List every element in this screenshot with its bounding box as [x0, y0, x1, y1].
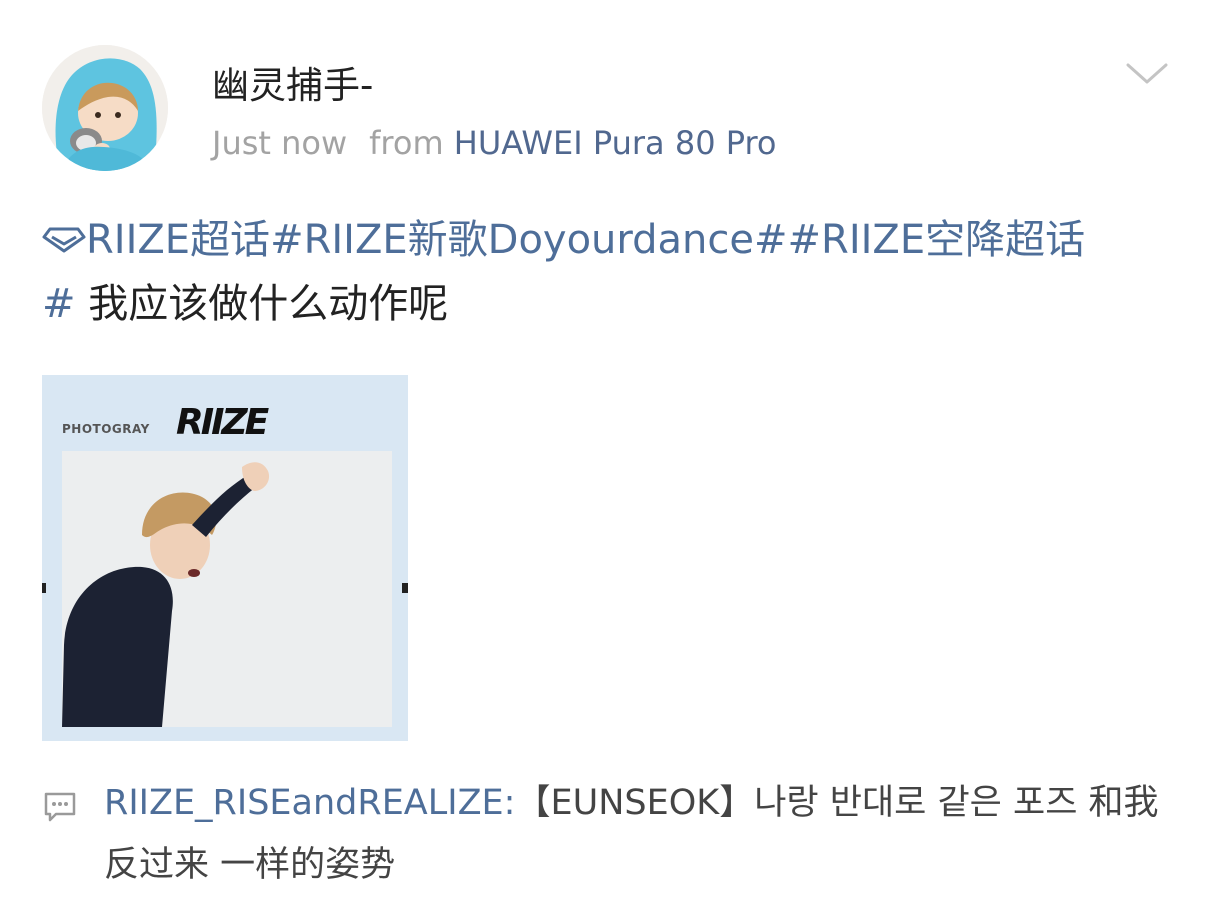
- image-brand-logo: RIIZE: [176, 402, 269, 443]
- hashtag-airdrop-supertopic[interactable]: #RIIZE空降超话: [788, 217, 1086, 263]
- weibo-post: 幽灵捕手- Just now from HUAWEI Pura 80 Pro RI…: [0, 0, 1206, 908]
- repost-text: RIIZE_RISEandREALIZE:【EUNSEOK】나랑 반대로 같은 …: [104, 772, 1184, 896]
- supertopic-link[interactable]: RIIZE超话: [42, 217, 270, 263]
- diamond-icon: [42, 227, 86, 253]
- timestamp: Just now: [212, 124, 348, 162]
- post-content: RIIZE超话#RIIZE新歌Doyourdance##RIIZE空降超话 # 我…: [42, 208, 1192, 336]
- hashtag-riize-supertopic[interactable]: RIIZE超话: [86, 217, 270, 263]
- avatar[interactable]: [42, 45, 168, 171]
- comment-icon: [44, 792, 76, 822]
- post-text: 我应该做什么动作呢: [75, 281, 449, 327]
- image-brand-small: PHOTOGRAY: [62, 422, 150, 436]
- repost-username[interactable]: RIIZE_RISEandREALIZE:: [104, 783, 515, 823]
- from-label: from: [369, 124, 444, 162]
- username[interactable]: 幽灵捕手-: [212, 55, 373, 109]
- hashtag-end[interactable]: #: [42, 281, 76, 327]
- post-meta: Just now from HUAWEI Pura 80 Pro: [212, 124, 776, 162]
- chevron-down-icon[interactable]: [1124, 56, 1170, 90]
- hashtag-new-song[interactable]: #RIIZE新歌Doyourdance#: [270, 217, 787, 263]
- device-link[interactable]: HUAWEI Pura 80 Pro: [454, 124, 777, 162]
